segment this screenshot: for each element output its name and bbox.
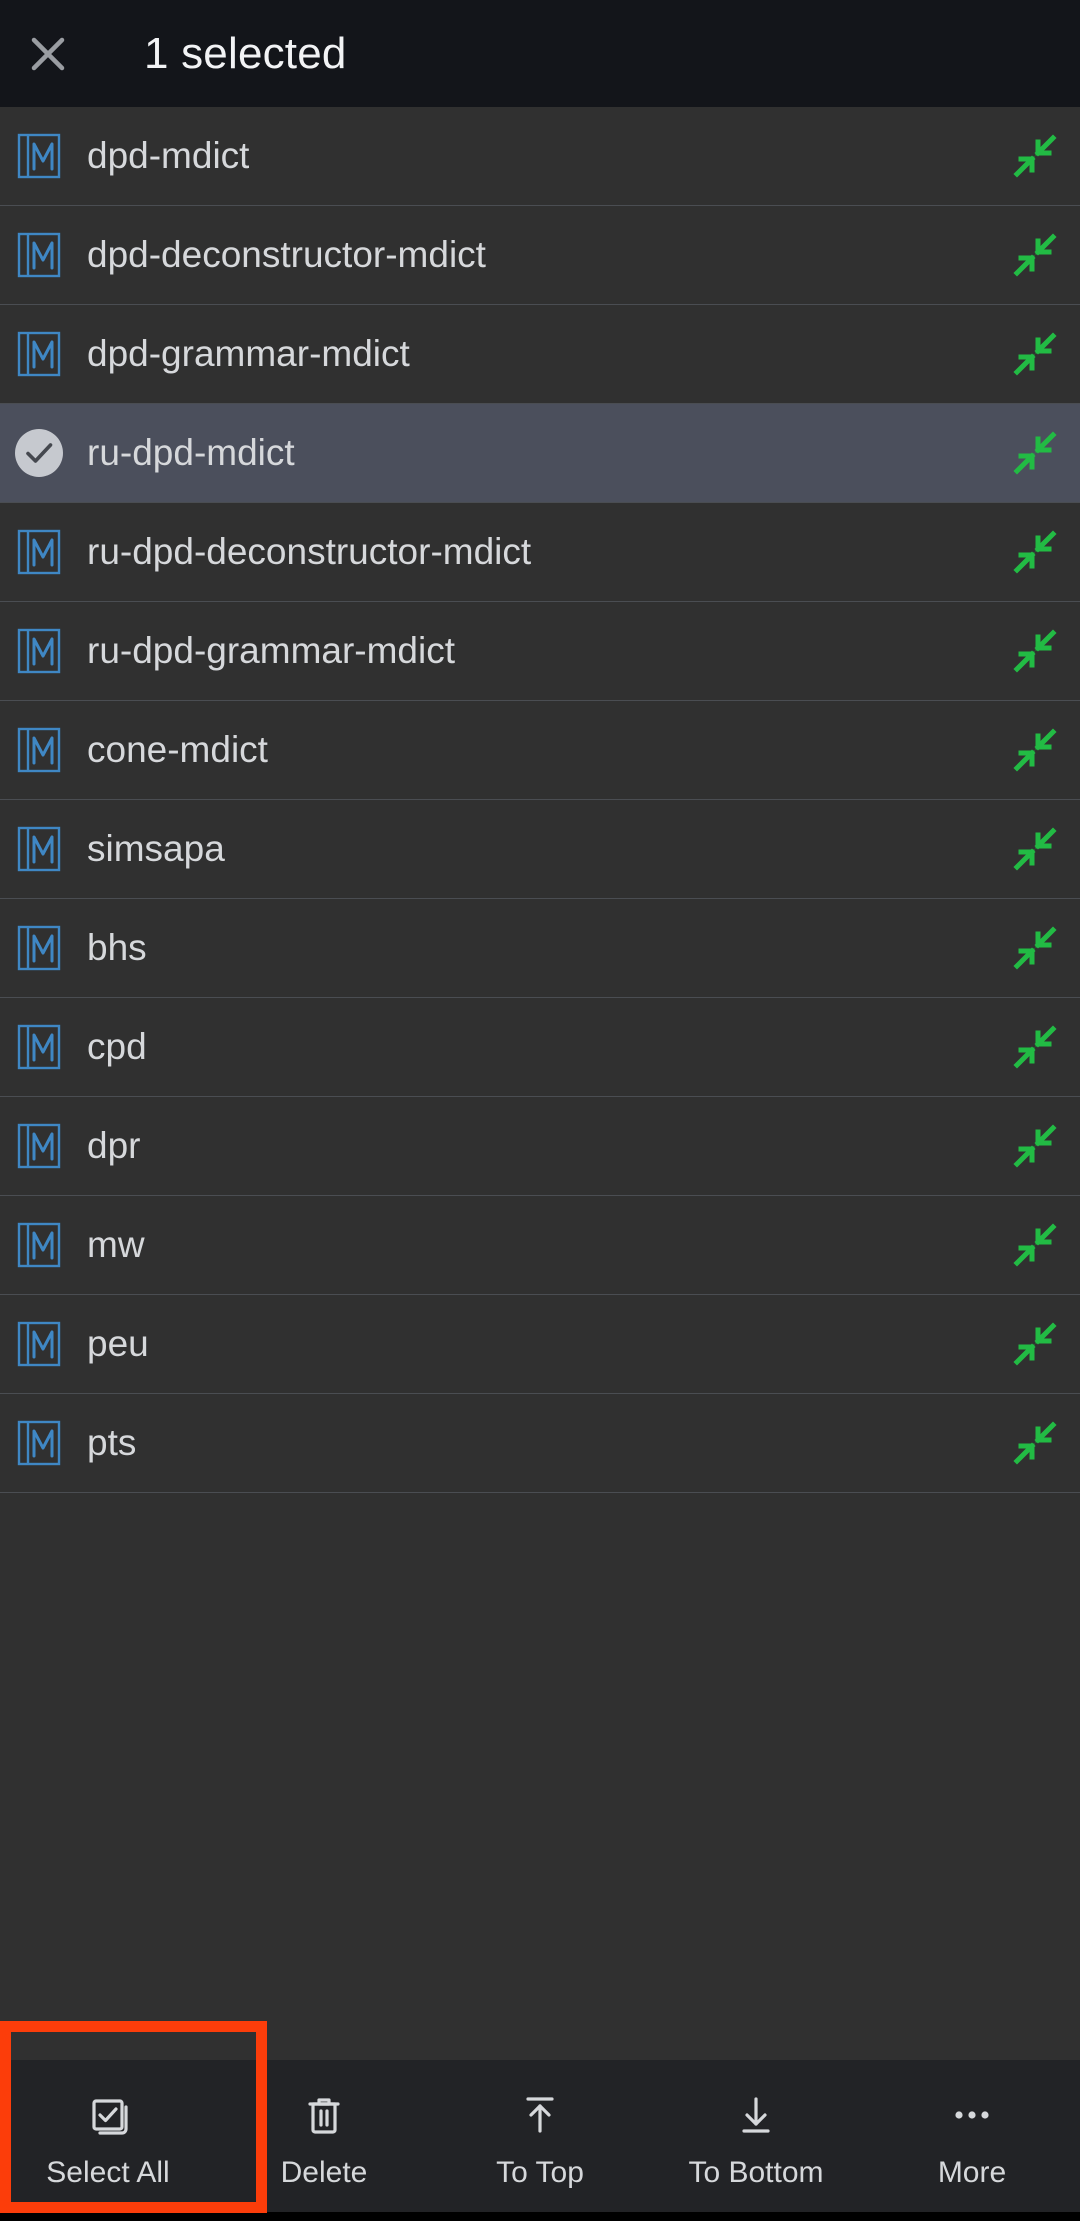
dictionary-list[interactable]: dpd-mdict dpd-deconstructor-mdict dpd-gram… xyxy=(0,107,1080,2221)
list-item-label: simsapa xyxy=(87,828,225,869)
toolbar-button-more[interactable]: More xyxy=(864,2060,1080,2212)
dictionary-book-icon[interactable] xyxy=(12,129,66,183)
arrow-to-bottom-icon xyxy=(730,2088,782,2142)
collapse-arrows-icon[interactable] xyxy=(1008,1119,1062,1173)
collapse-arrows-icon[interactable] xyxy=(1008,822,1062,876)
collapse-arrows-icon[interactable] xyxy=(1008,525,1062,579)
collapse-arrows-icon[interactable] xyxy=(1008,426,1062,480)
list-item[interactable]: simsapa xyxy=(0,800,1080,899)
trash-icon xyxy=(298,2088,350,2142)
dictionary-book-icon[interactable] xyxy=(12,1020,66,1074)
toolbar-button-select-all[interactable]: Select All xyxy=(0,2060,216,2212)
list-item[interactable]: ru-dpd-deconstructor-mdict xyxy=(0,503,1080,602)
collapse-arrows-icon[interactable] xyxy=(1008,129,1062,183)
check-circle-icon[interactable] xyxy=(12,426,66,480)
list-item-label: cone-mdict xyxy=(87,729,268,770)
system-navigation-bar xyxy=(0,2212,1080,2221)
close-icon xyxy=(24,30,72,78)
list-item-label: dpd-mdict xyxy=(87,135,250,176)
list-item[interactable]: dpd-mdict xyxy=(0,107,1080,206)
dictionary-book-icon[interactable] xyxy=(12,228,66,282)
collapse-arrows-icon[interactable] xyxy=(1008,723,1062,777)
dictionary-book-icon[interactable] xyxy=(12,1218,66,1272)
collapse-arrows-icon[interactable] xyxy=(1008,228,1062,282)
dictionary-book-icon[interactable] xyxy=(12,822,66,876)
collapse-arrows-icon[interactable] xyxy=(1008,921,1062,975)
list-item[interactable]: dpd-grammar-mdict xyxy=(0,305,1080,404)
select-all-icon xyxy=(82,2088,134,2142)
list-item-label: dpd-grammar-mdict xyxy=(87,333,410,374)
toolbar-button-label: To Top xyxy=(496,2156,584,2189)
dictionary-book-icon[interactable] xyxy=(12,1119,66,1173)
collapse-arrows-icon[interactable] xyxy=(1008,1317,1062,1371)
toolbar-button-to-bottom[interactable]: To Bottom xyxy=(648,2060,864,2212)
toolbar-button-label: To Bottom xyxy=(688,2156,824,2189)
collapse-arrows-icon[interactable] xyxy=(1008,624,1062,678)
collapse-arrows-icon[interactable] xyxy=(1008,327,1062,381)
list-item[interactable]: ru-dpd-grammar-mdict xyxy=(0,602,1080,701)
more-horizontal-icon xyxy=(946,2088,998,2142)
collapse-arrows-icon[interactable] xyxy=(1008,1020,1062,1074)
dictionary-book-icon[interactable] xyxy=(12,1317,66,1371)
list-item-label: dpd-deconstructor-mdict xyxy=(87,234,486,275)
list-item[interactable]: bhs xyxy=(0,899,1080,998)
list-item[interactable]: ru-dpd-mdict xyxy=(0,404,1080,503)
toolbar-button-label: More xyxy=(937,2156,1007,2189)
toolbar-button-delete[interactable]: Delete xyxy=(216,2060,432,2212)
list-item[interactable]: peu xyxy=(0,1295,1080,1394)
collapse-arrows-icon[interactable] xyxy=(1008,1416,1062,1470)
toolbar-button-to-top[interactable]: To Top xyxy=(432,2060,648,2212)
collapse-arrows-icon[interactable] xyxy=(1008,1218,1062,1272)
dictionary-book-icon[interactable] xyxy=(12,525,66,579)
list-item-label: ru-dpd-mdict xyxy=(87,432,295,473)
dictionary-book-icon[interactable] xyxy=(12,327,66,381)
arrow-to-top-icon xyxy=(514,2088,566,2142)
dictionary-book-icon[interactable] xyxy=(12,921,66,975)
list-item-label: ru-dpd-grammar-mdict xyxy=(87,630,456,671)
file-manager-selection-screen: 1 selected dpd-mdict dpd-deconstructor-md… xyxy=(0,0,1080,2221)
list-item-label: ru-dpd-deconstructor-mdict xyxy=(87,531,532,572)
selection-count-title: 1 selected xyxy=(144,28,347,78)
selection-header: 1 selected xyxy=(0,0,1080,107)
dictionary-book-icon[interactable] xyxy=(12,624,66,678)
toolbar-button-label: Delete xyxy=(280,2156,368,2189)
list-item[interactable]: dpr xyxy=(0,1097,1080,1196)
list-item-label: bhs xyxy=(87,927,147,968)
list-item-label: peu xyxy=(87,1323,149,1364)
selection-action-toolbar: Select All Delete To Top To Bottom More xyxy=(0,2060,1080,2212)
list-item[interactable]: mw xyxy=(0,1196,1080,1295)
list-item-label: cpd xyxy=(87,1026,147,1067)
close-selection-button[interactable] xyxy=(0,0,96,107)
toolbar-button-label: Select All xyxy=(46,2156,170,2189)
list-item-label: dpr xyxy=(87,1125,141,1166)
dictionary-book-icon[interactable] xyxy=(12,723,66,777)
list-item[interactable]: pts xyxy=(0,1394,1080,1493)
list-item-label: pts xyxy=(87,1422,137,1463)
list-item[interactable]: cone-mdict xyxy=(0,701,1080,800)
list-item-label: mw xyxy=(87,1224,145,1265)
list-item[interactable]: dpd-deconstructor-mdict xyxy=(0,206,1080,305)
list-item[interactable]: cpd xyxy=(0,998,1080,1097)
dictionary-book-icon[interactable] xyxy=(12,1416,66,1470)
